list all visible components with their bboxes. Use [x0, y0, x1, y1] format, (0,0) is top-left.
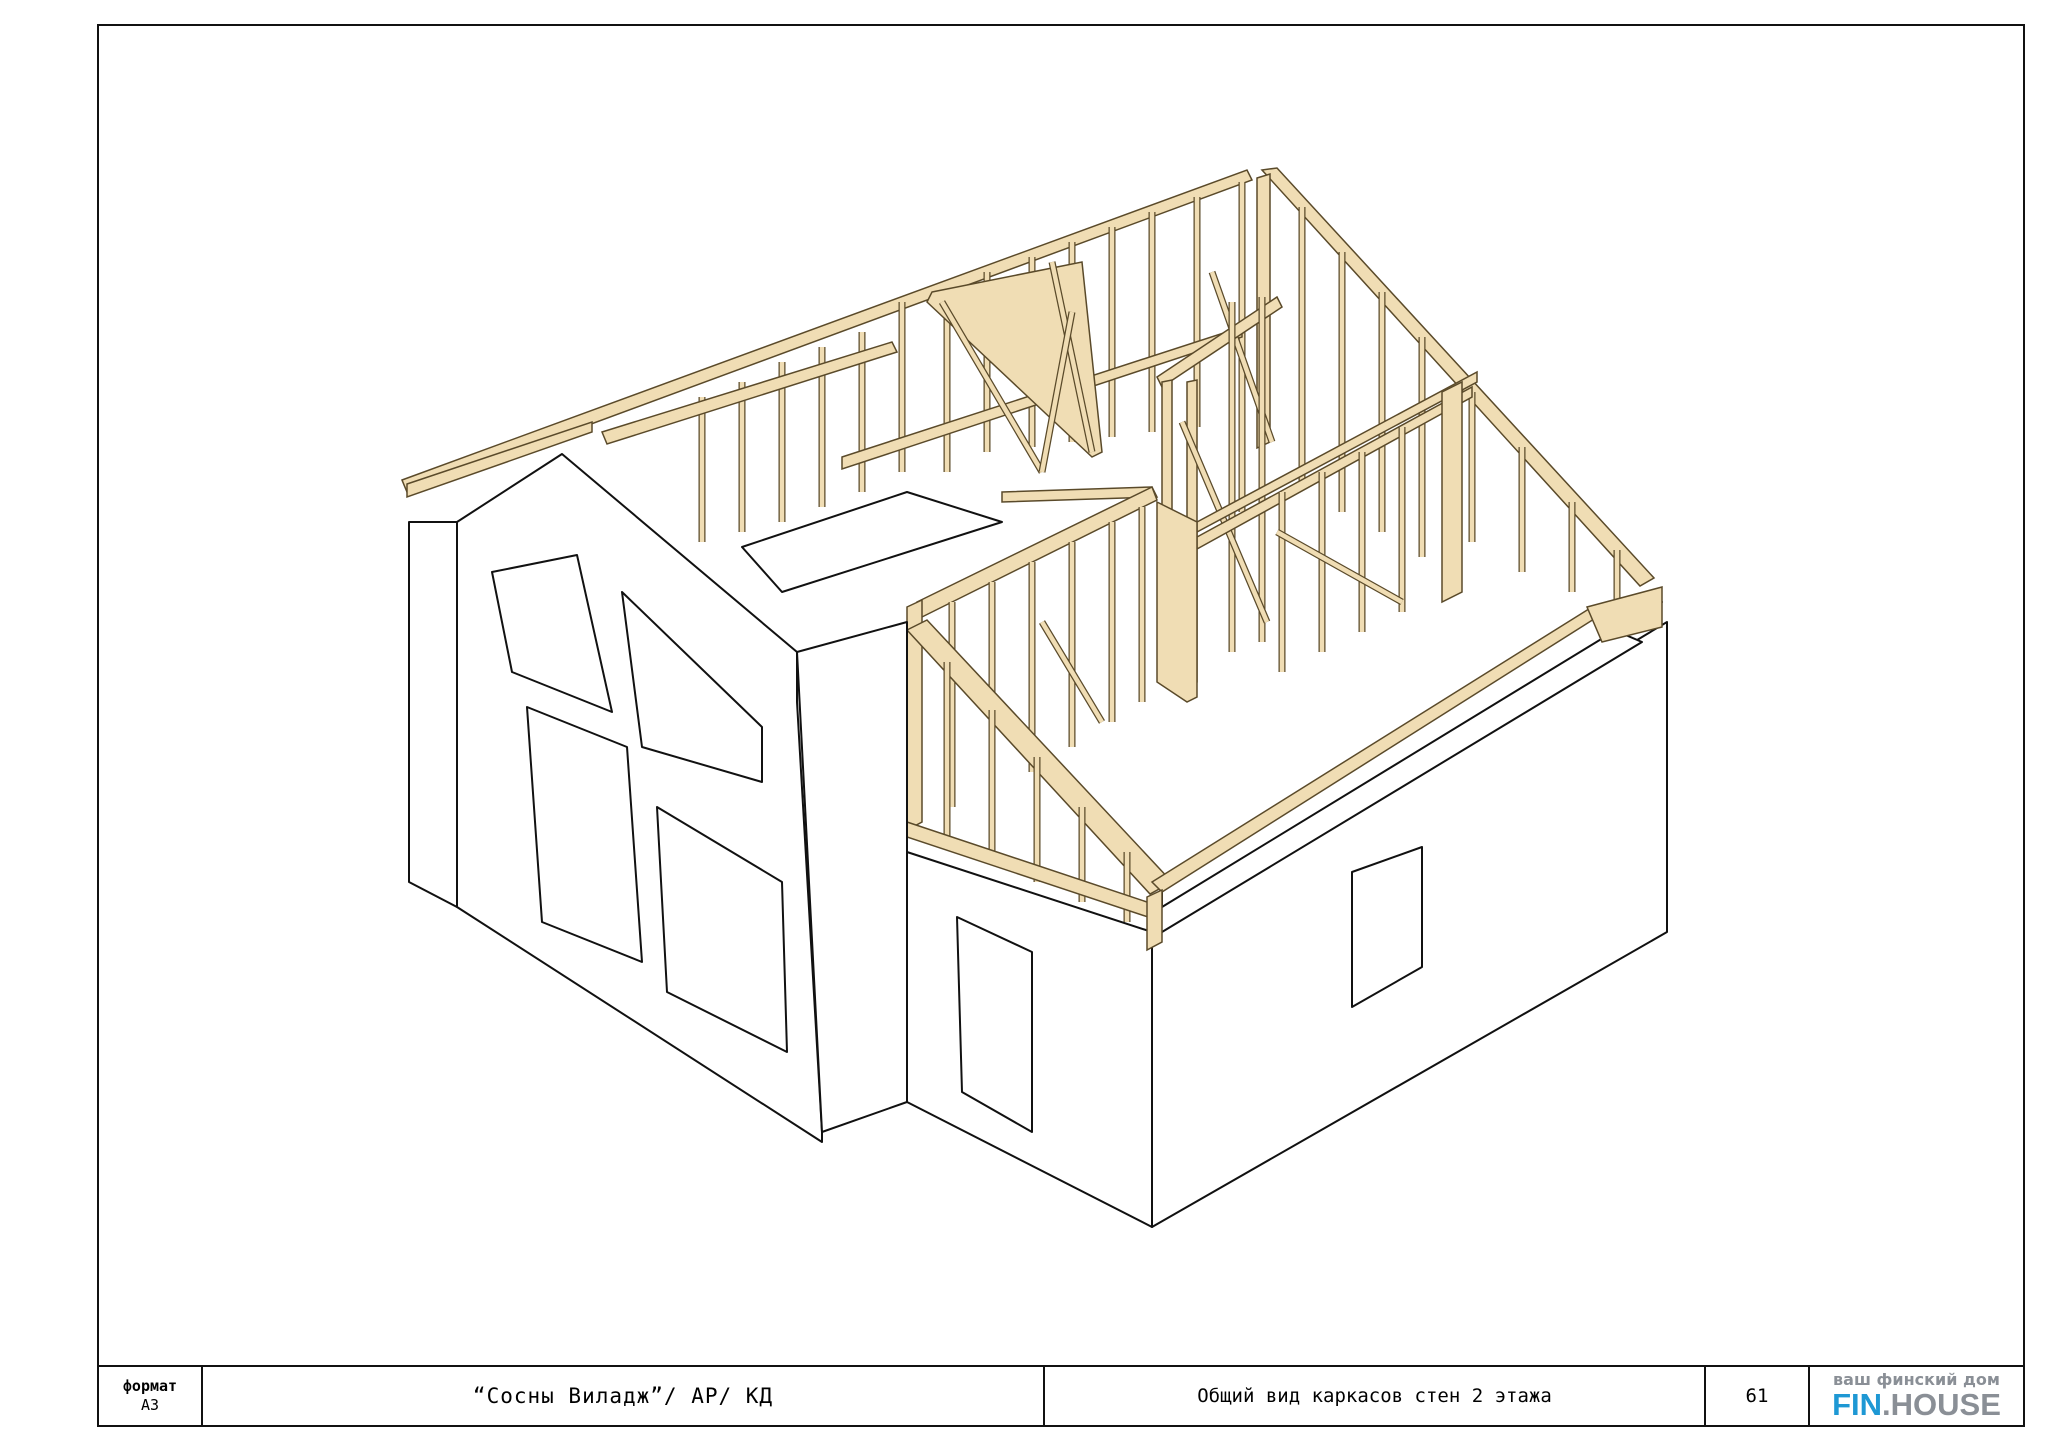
- sheet-title: Общий вид каркасов стен 2 этажа: [1045, 1367, 1706, 1425]
- front-frame-wall: [905, 485, 1174, 922]
- drawing-sheet: .w { fill:#fff; stroke:#111; stroke-widt…: [97, 24, 2025, 1427]
- company-logo: ваш финский дом FIN.HOUSE: [1810, 1367, 2023, 1425]
- format-value: А3: [140, 1396, 160, 1414]
- house-frame-drawing: .w { fill:#fff; stroke:#111; stroke-widt…: [401, 167, 1668, 1228]
- format-cell: формат А3: [99, 1367, 203, 1425]
- project-name: “Сосны Виладж”/ АР/ КД: [203, 1367, 1045, 1425]
- page-number: 61: [1706, 1367, 1810, 1425]
- format-label: формат: [122, 1377, 178, 1395]
- logo-wordmark: FIN.HOUSE: [1832, 1387, 2001, 1422]
- title-block: формат А3 “Сосны Виладж”/ АР/ КД Общий в…: [99, 1365, 2023, 1425]
